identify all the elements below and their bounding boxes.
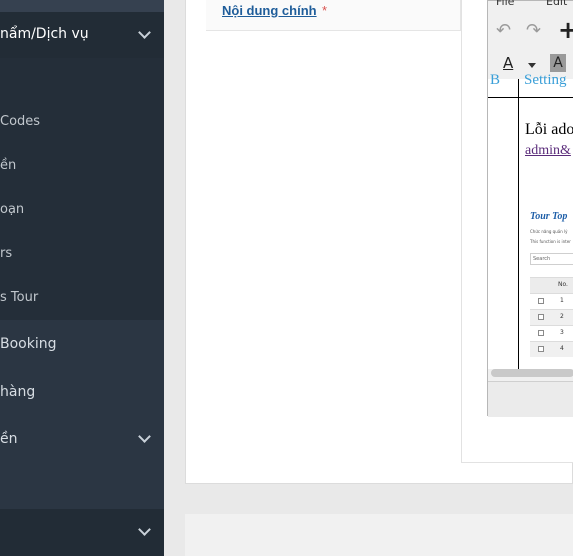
editor-statusbar [488, 381, 573, 417]
row-number: 3 [560, 329, 564, 336]
menu-file[interactable]: File [496, 0, 514, 8]
sidebar-section-bottom[interactable] [0, 509, 164, 556]
sidebar-item-permissions[interactable]: ền [0, 431, 18, 447]
required-mark: * [322, 3, 328, 18]
thumb-desc-1: Chức năng quản lý [530, 229, 568, 234]
editor-toolbar-row-1: ↶ ↷ + [488, 16, 573, 47]
sidebar-top-strip [0, 0, 164, 12]
thumb-col-no: No. [558, 281, 568, 288]
sidebar-item-2[interactable]: ền [0, 158, 16, 173]
checkbox-icon [538, 346, 544, 352]
doc-cell-b: B [490, 72, 501, 88]
row-number: 4 [560, 345, 564, 352]
table-row: 3 [530, 325, 573, 341]
sidebar-section-label: nẩm/Dịch vụ [0, 26, 89, 42]
doc-table-rule [488, 97, 573, 98]
embedded-screenshot: Tour Top Chức năng quản lý This function… [528, 207, 573, 357]
sidebar-submenu: Codes ền oạn rs s Tour [0, 58, 164, 320]
thumb-search: Search [530, 253, 573, 265]
undo-icon[interactable]: ↶ [496, 20, 511, 41]
table-row: 2 [530, 309, 573, 325]
add-icon[interactable]: + [558, 16, 573, 44]
sidebar-item-3[interactable]: oạn [0, 202, 24, 217]
checkbox-icon [538, 298, 544, 304]
sidebar-item-tour[interactable]: s Tour [0, 290, 38, 305]
chevron-down-icon [138, 523, 151, 536]
chevron-down-icon [138, 26, 151, 39]
editor-document[interactable]: B Setting Lỗi ado admin& Tour Top Chức n… [488, 72, 573, 369]
text-color-icon[interactable]: A [503, 54, 513, 72]
sidebar-item-customers[interactable]: hàng [0, 384, 35, 400]
main-content: Nội dung chính * File Edit ↶ ↷ + A A B S… [164, 0, 573, 556]
doc-error-text: Lỗi ado [525, 121, 573, 138]
chevron-down-icon [138, 430, 151, 443]
doc-admin-link[interactable]: admin& [525, 143, 571, 159]
thumb-table-header: No. [530, 277, 573, 293]
thumb-title: Tour Top [530, 211, 568, 222]
checkbox-icon [538, 314, 544, 320]
doc-table-divider [518, 79, 519, 369]
table-row: 1 [530, 293, 573, 309]
checkbox-icon [538, 330, 544, 336]
sidebar-item-codes[interactable]: Codes [0, 114, 40, 129]
sidebar-item-4[interactable]: rs [0, 246, 12, 261]
row-number: 2 [560, 313, 564, 320]
editor-menubar: File Edit [488, 0, 573, 11]
editor-horizontal-scrollbar[interactable] [491, 369, 573, 377]
text-color-dropdown-icon[interactable] [528, 63, 536, 68]
page-footer-strip [185, 514, 573, 556]
redo-icon[interactable]: ↷ [526, 20, 541, 41]
table-row: 4 [530, 341, 573, 357]
background-color-icon[interactable]: A [550, 54, 566, 72]
sidebar-section-products[interactable]: nẩm/Dịch vụ [0, 12, 164, 58]
thumb-desc-2: This function is inter [530, 239, 571, 244]
rich-text-editor[interactable]: File Edit ↶ ↷ + A A B Setting Lỗi ado ad… [487, 0, 573, 417]
sidebar: nẩm/Dịch vụ Codes ền oạn rs s Tour Booki… [0, 0, 164, 556]
content-field-label[interactable]: Nội dung chính [222, 3, 317, 18]
field-label-cell: Nội dung chính * [206, 0, 461, 31]
doc-cell-settings: Setting [524, 72, 567, 88]
thumb-table: No. 1 2 3 4 [530, 277, 573, 357]
row-number: 1 [560, 297, 564, 304]
menu-edit[interactable]: Edit [546, 0, 567, 8]
sidebar-item-booking[interactable]: Booking [0, 336, 57, 352]
